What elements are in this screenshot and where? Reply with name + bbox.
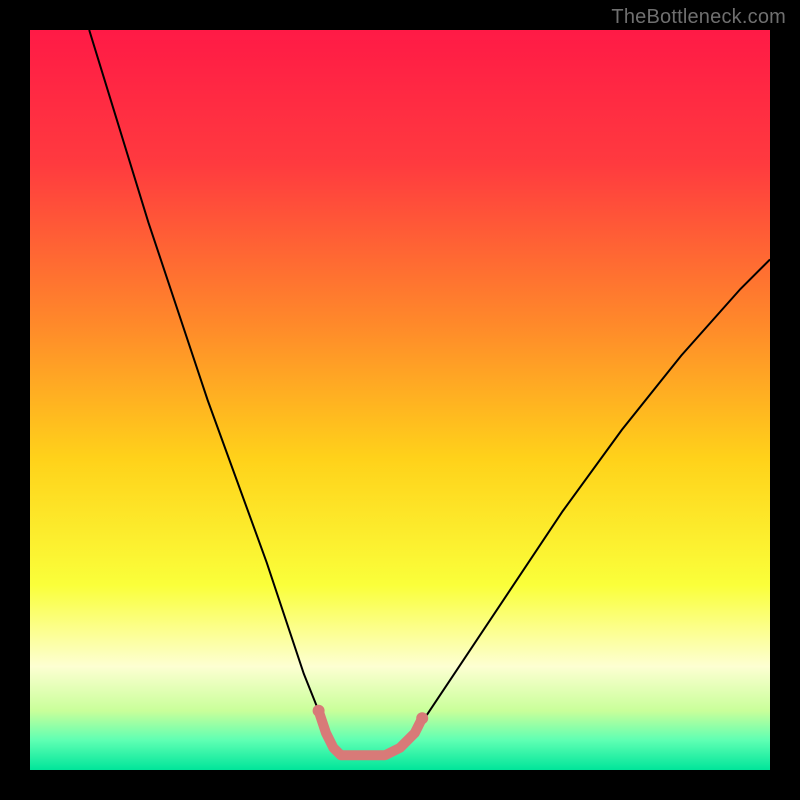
chart-svg xyxy=(30,30,770,770)
watermark-text: TheBottleneck.com xyxy=(611,6,786,29)
gradient-background xyxy=(30,30,770,770)
plot-area xyxy=(30,30,770,770)
chart-frame: TheBottleneck.com xyxy=(0,0,800,800)
